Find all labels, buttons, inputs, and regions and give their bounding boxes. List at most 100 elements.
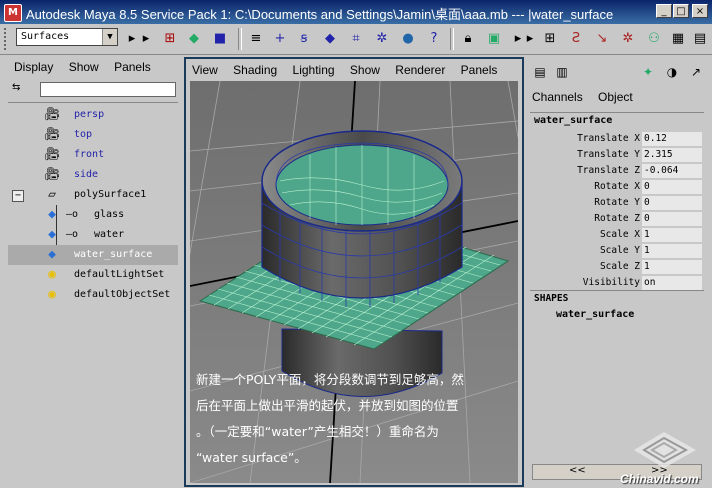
maximize-button[interactable]: □ — [673, 4, 689, 18]
select-object-icon[interactable]: ◆ — [184, 30, 204, 48]
close-button[interactable]: × — [692, 4, 708, 18]
snap-point-icon[interactable]: + — [270, 30, 290, 48]
channel-box-menu-channels[interactable]: Channels — [532, 90, 583, 104]
outliner-item[interactable]: ◆ —o glass — [8, 205, 178, 245]
attribute-value[interactable]: 1 — [642, 260, 702, 274]
attribute-row[interactable]: Scale X1 — [530, 227, 704, 243]
outliner-search-input[interactable] — [40, 82, 176, 97]
render-view-icon[interactable]: ✲ — [618, 30, 638, 48]
outliner-menu-display[interactable]: Display — [14, 60, 53, 74]
grid-render-icon[interactable]: ⊞ — [540, 30, 560, 48]
attribute-row[interactable]: Rotate Y0 — [530, 195, 704, 211]
shading-icon[interactable]: ◑ — [662, 62, 682, 82]
collapse-arrow-icon[interactable]: ▸ — [520, 30, 540, 48]
attribute-row[interactable]: Translate X 0.12 — [530, 131, 704, 147]
ipr-render-icon[interactable]: ↘ — [592, 30, 612, 48]
viewport-menu-renderer[interactable]: Renderer — [395, 63, 445, 77]
attribute-value[interactable]: 0 — [642, 212, 702, 226]
attribute-row[interactable]: Rotate X0 — [530, 179, 704, 195]
snap-surface-icon[interactable]: ◆ — [320, 30, 340, 48]
outliner-item-selected[interactable]: ◆ water_surface — [8, 245, 178, 265]
collapse-arrow-icon[interactable]: ▸ — [136, 30, 156, 48]
title-bar: M Autodesk Maya 8.5 Service Pack 1: C:\D… — [0, 0, 712, 24]
show-channel-box-icon[interactable]: ▤ — [690, 30, 710, 48]
toolbar-grip[interactable] — [4, 28, 12, 50]
collapse-toggle-icon[interactable]: − — [12, 190, 24, 202]
outliner-item[interactable]: ◆ —o water — [8, 225, 178, 245]
outliner-item[interactable]: 🎥︎ top — [8, 125, 178, 145]
snap-curve-icon[interactable]: ꞩ — [294, 30, 314, 48]
attribute-row[interactable]: Visibility on — [530, 275, 704, 291]
attribute-value[interactable]: 0 — [642, 180, 702, 194]
layer-editor-icon[interactable]: ▥ — [552, 62, 572, 82]
render-settings-icon[interactable]: Ƨ — [566, 30, 586, 48]
filter-icon[interactable]: ⇆ — [12, 82, 34, 98]
attribute-value[interactable]: on — [642, 276, 702, 290]
snap-view-plane-icon[interactable]: ⌗ — [346, 30, 366, 48]
attribute-value[interactable]: 1 — [642, 228, 702, 242]
camera-icon: 🎥︎ — [44, 127, 61, 142]
channel-box-menu-object[interactable]: Object — [598, 90, 633, 104]
attribute-row[interactable]: Scale Y1 — [530, 243, 704, 259]
tree-connector: —o — [66, 229, 79, 240]
camera-icon: 🎥︎ — [44, 107, 61, 122]
shape-name[interactable]: water_surface — [556, 309, 634, 320]
outliner-menu-show[interactable]: Show — [69, 60, 99, 74]
help-icon[interactable]: ? — [424, 30, 444, 48]
channel-attributes: water_surface Translate X 0.12 Translate … — [530, 112, 704, 291]
camera-icon: 🎥︎ — [44, 167, 61, 182]
chevron-down-icon[interactable]: ▼ — [102, 29, 117, 45]
attribute-value[interactable]: 1 — [642, 244, 702, 258]
viewport-menu-shading[interactable]: Shading — [233, 63, 277, 77]
attribute-row[interactable]: Scale Z1 — [530, 259, 704, 275]
outliner-item[interactable]: 🎥︎ side — [8, 165, 178, 185]
attribute-row[interactable]: Translate Y 2.315 — [530, 147, 704, 163]
outliner-list: 🎥︎ persp 🎥︎ top 🎥︎ front 🎥︎ side − ▱ pol… — [8, 102, 178, 483]
outliner-item-label: polySurface1 — [74, 189, 147, 200]
outliner-panel: Display Show Panels ⇆ 🎥︎ persp 🎥︎ top 🎥︎… — [8, 58, 178, 486]
attribute-name: Rotate Z — [594, 213, 640, 224]
attribute-row[interactable]: Translate Z -0.064 — [530, 163, 704, 179]
attribute-value[interactable]: 0.12 — [642, 132, 702, 146]
menu-set-dropdown[interactable]: Surfaces ▼ — [16, 28, 118, 46]
attribute-name: Visibility — [582, 277, 640, 288]
viewport-menu-panels[interactable]: Panels — [461, 63, 498, 77]
render-icon[interactable]: ▣ — [484, 30, 504, 48]
history-icon[interactable]: ● — [398, 30, 418, 48]
outliner-menu-panels[interactable]: Panels — [114, 60, 151, 74]
viewport-menu-lighting[interactable]: Lighting — [293, 63, 335, 77]
attribute-row[interactable]: Rotate Z0 — [530, 211, 704, 227]
attribute-name: Translate X — [577, 133, 640, 144]
shapes-header: SHAPES — [534, 293, 569, 304]
hypershade-icon[interactable]: ⚇ — [644, 30, 664, 48]
attribute-value[interactable]: 2.315 — [642, 148, 702, 162]
caption-line-4: “water surface”。 — [196, 450, 307, 465]
select-hierarchy-icon[interactable]: ⊞ — [160, 30, 180, 48]
outliner-item[interactable]: ◉ defaultLightSet — [8, 265, 178, 285]
outliner-item-label: glass — [94, 209, 125, 220]
lock-icon[interactable]: 🔒︎ — [458, 30, 478, 48]
channel-box-toolbar: ▤ ▥ ✦ ◑ ↗ — [528, 62, 712, 84]
outliner-item[interactable]: 🎥︎ persp — [8, 105, 178, 125]
snap-grid-icon[interactable]: ≡ — [246, 30, 266, 48]
attribute-name: Scale Z — [599, 261, 640, 272]
caption-line-3: 。（一定要和“water”产生相交！）重命名为 — [196, 424, 439, 439]
perspective-viewport[interactable]: View Shading Lighting Show Renderer Pane… — [184, 57, 524, 487]
channel-box-menu-bar: Channels Object — [532, 90, 645, 104]
minimize-button[interactable]: _ — [656, 4, 672, 18]
maya-app-icon[interactable]: M — [4, 4, 22, 22]
scroll-left-button[interactable]: << — [569, 465, 586, 476]
show-attribute-editor-icon[interactable]: ▦ — [668, 30, 688, 48]
channel-box-icon[interactable]: ▤ — [530, 62, 550, 82]
outliner-item[interactable]: − ▱ polySurface1 — [8, 185, 178, 205]
viewport-menu-show[interactable]: Show — [350, 63, 380, 77]
attribute-value[interactable]: -0.064 — [642, 164, 702, 178]
select-component-icon[interactable]: ■ — [210, 30, 230, 48]
outliner-item[interactable]: 🎥︎ front — [8, 145, 178, 165]
make-live-icon[interactable]: ✲ — [372, 30, 392, 48]
viewport-menu-view[interactable]: View — [192, 63, 218, 77]
axis-icon[interactable]: ✦ — [638, 62, 658, 82]
attribute-value[interactable]: 0 — [642, 196, 702, 210]
arrow-icon[interactable]: ↗ — [686, 62, 706, 82]
outliner-item[interactable]: ◉ defaultObjectSet — [8, 285, 178, 305]
